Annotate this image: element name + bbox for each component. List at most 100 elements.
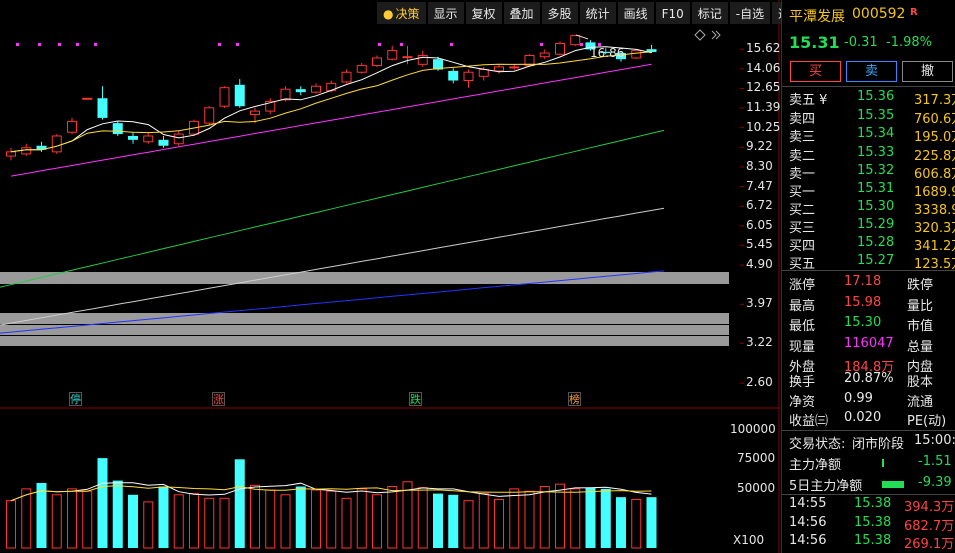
volume-bar bbox=[128, 494, 138, 548]
bid-price: 15.30 bbox=[857, 199, 895, 214]
kline-chart-area[interactable]: ●决策 显示 复权 叠加 多股 统计 画线 F10 标记 -自选 返回 16.8… bbox=[0, 0, 809, 553]
quote-summary: 15.31 -0.31 -1.98% bbox=[782, 33, 955, 55]
candle-body bbox=[387, 50, 398, 60]
ask-volume: 317.3万 bbox=[914, 93, 955, 108]
price-tick-label: 10.25 bbox=[746, 119, 781, 134]
ask-label: 卖四 bbox=[789, 111, 816, 127]
stat-label: 量比 bbox=[907, 298, 934, 314]
candle-body bbox=[372, 57, 382, 67]
toolbar-f10-button[interactable]: F10 bbox=[655, 2, 690, 24]
gap-band bbox=[0, 272, 729, 284]
signal-dot bbox=[580, 43, 583, 46]
bid-price: 15.27 bbox=[857, 253, 895, 268]
quote-panel: 平潭发展 000592 R 15.31 -0.31 -1.98% 买 卖 撤 卖… bbox=[781, 0, 955, 553]
toolbar-mark-button[interactable]: 标记 bbox=[691, 2, 728, 24]
toolbar-overlay-button[interactable]: 叠加 bbox=[503, 2, 540, 24]
volume-bar bbox=[539, 486, 550, 549]
toolbar-decision-button[interactable]: ● 决策 bbox=[377, 2, 426, 24]
signal-dot bbox=[400, 43, 403, 46]
tick-price: 15.38 bbox=[854, 514, 892, 530]
signal-dot bbox=[94, 43, 97, 46]
ask-price: 15.36 bbox=[857, 89, 895, 104]
ma60-line bbox=[0, 129, 665, 288]
signal-dot bbox=[58, 43, 61, 46]
buy-button[interactable]: 买 bbox=[790, 61, 841, 82]
main-flow-value: -1.51 bbox=[918, 454, 952, 469]
signal-dot bbox=[236, 43, 239, 46]
chart-toolbar: ●决策 显示 复权 叠加 多股 统计 画线 F10 标记 -自选 返回 bbox=[377, 2, 810, 24]
toolbar-adjust-button[interactable]: 复权 bbox=[465, 2, 502, 24]
candle-body bbox=[234, 84, 245, 107]
tick-time: 14:55 bbox=[789, 496, 827, 511]
volume-bar bbox=[112, 480, 123, 548]
event-tag-limit-down[interactable]: 跌 bbox=[409, 392, 422, 406]
bid-row: 买一 15.31 1689.9万 bbox=[782, 181, 955, 201]
main-flow-bar bbox=[882, 459, 884, 467]
toolbar-display-button[interactable]: 显示 bbox=[427, 2, 464, 24]
bid-row: 买二 15.30 3338.9万 bbox=[782, 199, 955, 219]
tick-volume: 394.3万 bbox=[904, 500, 955, 515]
toolbar-stats-button[interactable]: 统计 bbox=[579, 2, 616, 24]
volume-bar bbox=[219, 497, 230, 549]
trade-status-time: 15:00:0 bbox=[914, 433, 955, 448]
gap-band bbox=[0, 325, 729, 335]
signal-dot bbox=[38, 43, 41, 46]
volume-bar bbox=[326, 490, 337, 549]
price-tick-label: 11.39 bbox=[746, 99, 781, 114]
bid-price: 15.31 bbox=[857, 181, 895, 196]
kline-chart[interactable] bbox=[0, 0, 780, 553]
stat-value: 0.99 bbox=[844, 390, 873, 406]
ask-volume: 195.0万 bbox=[914, 130, 955, 145]
stat-label: 净资 bbox=[789, 394, 816, 410]
toolbar-draw-button[interactable]: 画线 bbox=[617, 2, 654, 24]
signal-dot bbox=[16, 43, 19, 46]
trade-status-label: 交易状态: bbox=[789, 437, 846, 452]
toolbar-watchlist-button[interactable]: -自选 bbox=[729, 2, 771, 24]
price-tick-label: 3.97 bbox=[746, 296, 773, 311]
event-tag-ranking[interactable]: 榜 bbox=[568, 392, 581, 406]
bid-label: 买一 bbox=[789, 185, 816, 200]
candle-body bbox=[341, 71, 352, 83]
tick-volume: 682.7万 bbox=[904, 518, 955, 534]
trade-status-row: 交易状态: 闭市阶段 15:00:0 bbox=[782, 433, 955, 453]
diamond-icon bbox=[694, 29, 706, 41]
candle-body bbox=[509, 66, 520, 69]
tick-row: 14:56 15.38 682.7万 bbox=[782, 515, 955, 535]
main-flow5-value: -9.39 bbox=[918, 475, 952, 490]
main-flow5-label: 5日主力净额 bbox=[789, 479, 863, 494]
divider bbox=[782, 270, 955, 271]
signal-dot bbox=[540, 43, 543, 46]
stat-label: 跌停 bbox=[907, 278, 934, 293]
ask-volume: 760.6万 bbox=[914, 111, 955, 127]
volume-bar bbox=[356, 488, 367, 549]
volume-bar bbox=[570, 488, 581, 549]
volume-bar bbox=[448, 494, 459, 548]
volume-bar bbox=[372, 494, 382, 549]
candle-body bbox=[448, 70, 459, 81]
ask-price: 15.34 bbox=[857, 126, 895, 141]
stock-title: 平潭发展 000592 R bbox=[782, 6, 955, 28]
price-tick-label: 7.47 bbox=[746, 178, 773, 193]
bid-row: 买三 15.29 320.3万 bbox=[782, 217, 955, 237]
volume-bar bbox=[433, 493, 443, 548]
volume-bar bbox=[555, 483, 565, 549]
candle-body bbox=[463, 71, 474, 82]
stat-label: 涨停 bbox=[789, 278, 816, 293]
price-tick-label: 2.60 bbox=[746, 375, 773, 390]
candle-body bbox=[67, 120, 77, 133]
toolbar-multi-stock-button[interactable]: 多股 bbox=[541, 2, 578, 24]
ask-volume: 225.8万 bbox=[914, 148, 955, 164]
cancel-order-button[interactable]: 撤 bbox=[902, 61, 953, 82]
sell-button[interactable]: 卖 bbox=[846, 61, 897, 82]
candle-body bbox=[21, 147, 32, 155]
candle-body bbox=[478, 69, 489, 77]
event-tag-halt[interactable]: 停 bbox=[69, 392, 82, 406]
stat-label: 流通 bbox=[907, 394, 934, 410]
volume-bar bbox=[51, 494, 62, 549]
volume-bar bbox=[417, 487, 428, 549]
price-change: -0.31 bbox=[844, 35, 878, 50]
event-tag-limit-up[interactable]: 涨 bbox=[212, 392, 225, 406]
volume-bar bbox=[524, 490, 535, 549]
ask-label: 卖三 bbox=[789, 130, 816, 145]
main-flow-label: 主力净额 bbox=[789, 458, 842, 473]
